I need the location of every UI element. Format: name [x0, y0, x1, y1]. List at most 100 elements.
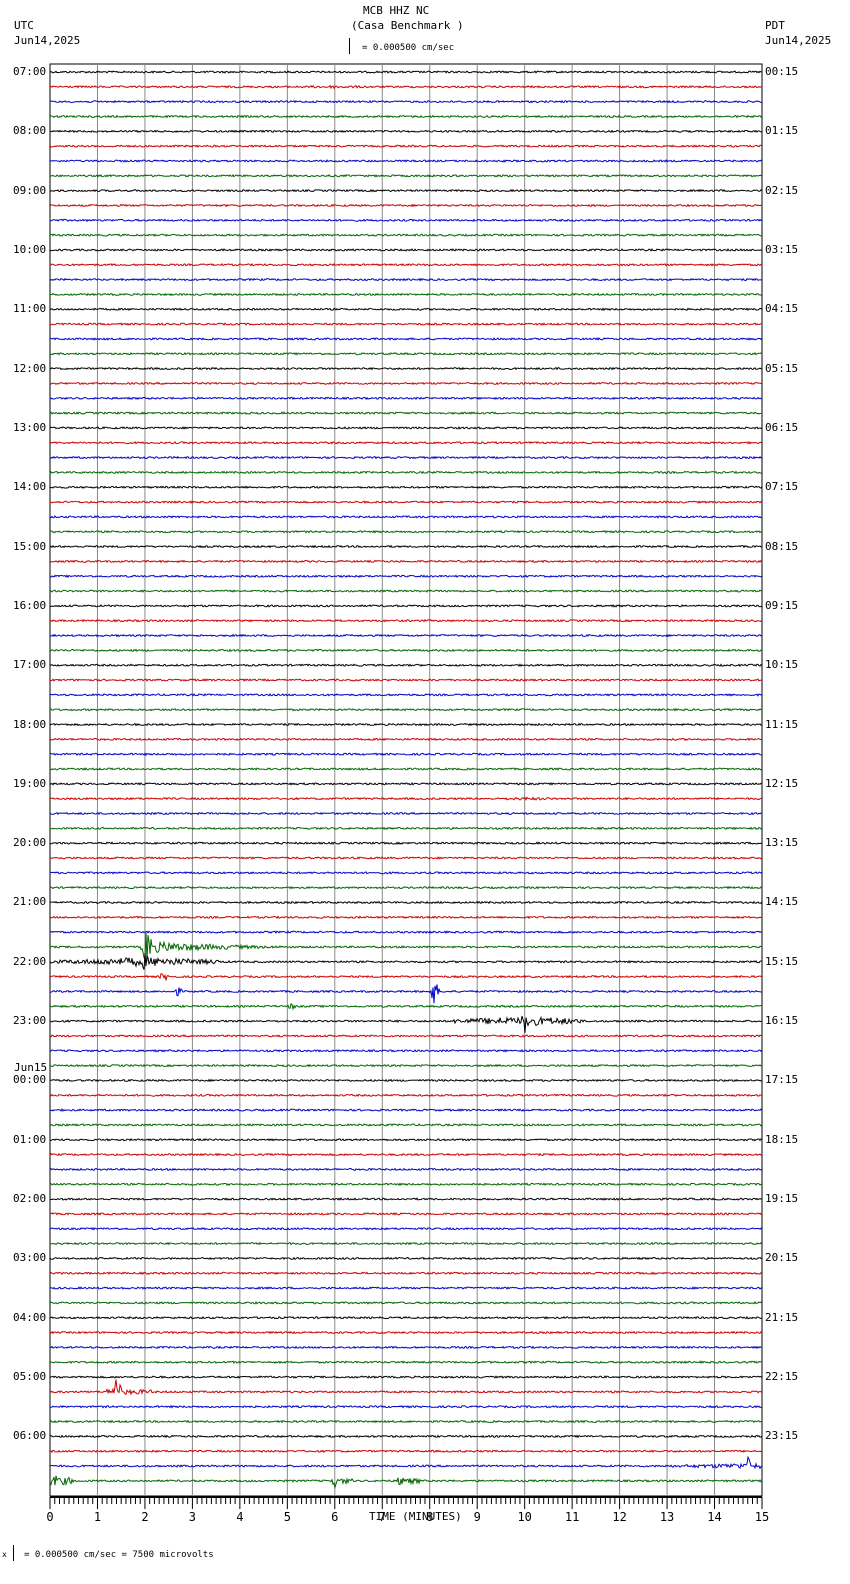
seismic-trace: [49, 1379, 763, 1396]
seismic-trace: [49, 1063, 763, 1068]
seismic-trace: [49, 752, 762, 757]
seismic-trace: [49, 262, 762, 267]
seismic-trace: [49, 1034, 763, 1038]
seismic-trace: [49, 900, 763, 905]
pdt-hour-label: 00:15: [765, 65, 799, 78]
pdt-hour-label: 14:15: [765, 895, 799, 909]
seismic-trace: [49, 1449, 763, 1453]
seismic-trace: [49, 203, 763, 208]
seismic-trace: [49, 932, 763, 962]
utc-hour-label: 11:00: [13, 302, 47, 316]
seismic-trace: [49, 307, 763, 312]
x-tick-label: 8: [426, 1510, 433, 1524]
seismic-trace: [49, 1123, 763, 1127]
pdt-hour-label: 17:15: [765, 1073, 799, 1087]
pdt-hour-label: 06:15: [765, 420, 799, 434]
seismic-trace: [49, 1048, 763, 1053]
seismic-trace: [49, 351, 763, 356]
seismic-trace: [49, 559, 763, 564]
seismic-trace: [49, 915, 763, 920]
seismic-trace: [49, 1108, 763, 1112]
pdt-hour-label: 02:15: [765, 183, 799, 197]
utc-hour-label: 09:00: [13, 183, 47, 197]
utc-hour-label: 23:00: [13, 1014, 47, 1028]
seismic-trace: [49, 173, 763, 178]
seismic-trace: [49, 1301, 763, 1305]
seismic-trace: [49, 485, 763, 490]
seismic-trace: [50, 574, 763, 579]
seismic-trace: [49, 1404, 762, 1409]
x-tick-label: 12: [612, 1510, 626, 1524]
seismic-trace: [49, 1360, 763, 1365]
utc-hour-label: 21:00: [13, 895, 47, 909]
seismic-trace: [49, 84, 763, 90]
seismic-trace: [49, 633, 763, 638]
pdt-hour-label: 15:15: [765, 954, 799, 968]
utc-hour-label: 22:00: [13, 954, 47, 968]
seismic-trace: [49, 1226, 763, 1231]
seismic-trace: [49, 1212, 763, 1216]
utc-hour-label: 02:00: [13, 1192, 47, 1206]
pdt-hour-label: 08:15: [765, 539, 799, 553]
utc-hour-label: 07:00: [13, 65, 47, 78]
x-tick-label: 10: [517, 1510, 531, 1524]
seismic-trace: [50, 292, 763, 297]
seismic-trace: [49, 984, 763, 1004]
seismic-trace: [49, 1434, 763, 1439]
seismic-trace: [49, 114, 763, 119]
x-tick-label: 11: [565, 1510, 579, 1524]
pdt-hour-label: 13:15: [765, 836, 799, 850]
x-tick-label: 15: [755, 1510, 769, 1524]
seismic-trace: [49, 737, 763, 742]
utc-hour-label: 06:00: [13, 1429, 47, 1443]
pdt-hour-label: 19:15: [765, 1192, 799, 1206]
seismic-trace: [49, 1182, 763, 1187]
seismic-trace: [50, 707, 763, 712]
seismic-trace: [49, 99, 763, 104]
seismic-trace: [49, 337, 763, 341]
seismic-trace: [49, 411, 763, 415]
x-tick-label: 5: [284, 1510, 291, 1524]
seismic-trace: [49, 796, 763, 801]
pdt-hour-label: 18:15: [765, 1132, 799, 1146]
seismic-trace: [49, 1256, 763, 1261]
seismic-trace: [49, 1455, 763, 1470]
seismic-trace: [49, 589, 763, 593]
x-tick-label: 0: [46, 1510, 53, 1524]
seismic-trace: [49, 885, 763, 890]
seismic-trace: [49, 529, 763, 534]
utc-hour-label: 12:00: [13, 361, 47, 375]
utc-hour-label: 14:00: [13, 480, 47, 494]
pdt-hour-label: 01:15: [765, 124, 799, 138]
seismic-trace: [49, 366, 763, 371]
x-tick-label: 14: [707, 1510, 721, 1524]
seismic-trace: [49, 1152, 763, 1157]
seismic-trace: [49, 440, 763, 445]
seismic-trace: [49, 159, 763, 163]
seismic-trace: [49, 811, 763, 816]
seismic-trace: [49, 1015, 763, 1033]
utc-hour-label: 01:00: [13, 1132, 47, 1146]
seismic-trace: [49, 1375, 763, 1379]
pdt-hour-label: 22:15: [765, 1370, 799, 1384]
seismic-trace: [49, 1315, 763, 1320]
seismic-trace: [49, 1167, 763, 1172]
x-tick-label: 9: [474, 1510, 481, 1524]
pdt-hour-label: 11:15: [765, 717, 799, 731]
helicorder-plot: 0 1 2 3 4 5 6 7 8 9 10 11 12 13 14 15: [46, 63, 769, 1524]
utc-hour-label: 13:00: [13, 420, 47, 434]
x-tick-label: 3: [189, 1510, 196, 1524]
seismic-trace: [49, 663, 763, 668]
pdt-hour-label: 05:15: [765, 361, 799, 375]
seismic-trace: [49, 1330, 763, 1335]
pdt-hour-label: 12:15: [765, 776, 799, 790]
seismic-trace: [49, 782, 763, 786]
seismic-trace: [49, 144, 763, 148]
seismic-trace: [49, 188, 763, 193]
x-tick-label: 4: [236, 1510, 243, 1524]
seismic-trace: [49, 930, 763, 935]
seismic-trace: [49, 515, 763, 519]
seismic-trace: [49, 973, 763, 981]
seismic-trace: [49, 841, 763, 845]
pdt-hour-label: 03:15: [765, 242, 799, 256]
